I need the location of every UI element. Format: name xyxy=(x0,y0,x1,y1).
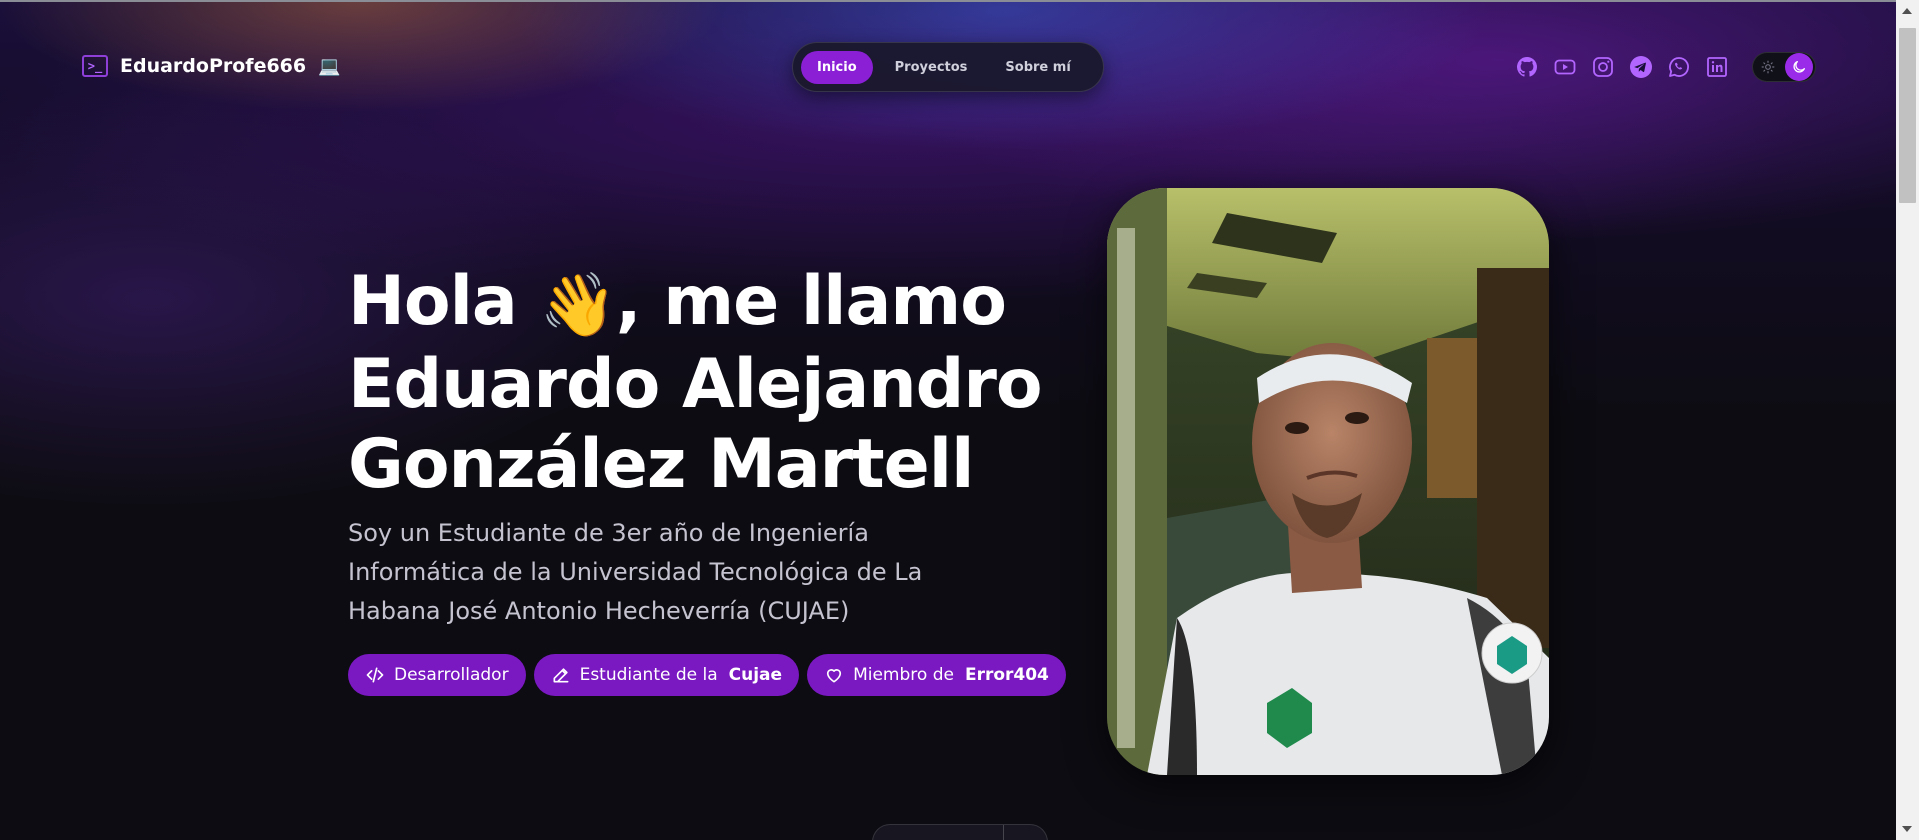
instagram-icon[interactable] xyxy=(1590,54,1616,80)
scrollbar[interactable] xyxy=(1896,0,1919,840)
whatsapp-icon[interactable] xyxy=(1666,54,1692,80)
scroll-down-arrow[interactable] xyxy=(1902,826,1912,832)
hero-title-line-2: Eduardo Alejandro xyxy=(348,345,1043,424)
hero-intro: , me llamo xyxy=(615,262,1007,341)
telegram-icon[interactable] xyxy=(1628,54,1654,80)
scroll-up-arrow[interactable] xyxy=(1902,8,1912,14)
heart-icon xyxy=(826,669,842,683)
waving-hand-emoji: 👋 xyxy=(539,268,617,341)
github-icon[interactable] xyxy=(1514,54,1540,80)
badge-text: Desarrollador xyxy=(394,665,509,685)
badge-text: Estudiante de la xyxy=(579,665,718,685)
linkedin-icon[interactable] xyxy=(1704,54,1730,80)
youtube-icon[interactable] xyxy=(1552,54,1578,80)
theme-toggle[interactable] xyxy=(1752,52,1816,82)
dock-divider xyxy=(1003,825,1004,840)
main-nav: Inicio Proyectos Sobre mí xyxy=(792,42,1104,92)
sun-icon[interactable] xyxy=(1755,54,1781,80)
site-logo[interactable]: >_ EduardoProfe666 💻 xyxy=(82,55,341,77)
badge-miembro[interactable]: Miembro de Error404 xyxy=(807,654,1066,696)
moon-icon[interactable] xyxy=(1785,53,1813,81)
hero-title-line-3: González Martell xyxy=(348,425,974,504)
nav-item-proyectos[interactable]: Proyectos xyxy=(879,51,984,84)
hero-badges: Desarrollador Estudiante de la Cujae Mie… xyxy=(348,654,1066,696)
hero-greeting: Hola xyxy=(348,262,518,341)
hero-title-line-1: Hola 👋, me llamo xyxy=(348,262,1068,345)
hero-subtitle: Soy un Estudiante de 3er año de Ingenier… xyxy=(348,519,923,625)
terminal-icon: >_ xyxy=(82,55,108,77)
badge-estudiante[interactable]: Estudiante de la Cujae xyxy=(533,654,800,696)
social-links xyxy=(1514,54,1730,80)
laptop-emoji: 💻 xyxy=(318,55,341,77)
hero-title: Hola 👋, me llamo Eduardo Alejandro Gonzá… xyxy=(348,262,1068,505)
nav-item-sobre-mi[interactable]: Sobre mí xyxy=(989,51,1086,84)
code-icon xyxy=(366,667,384,683)
bottom-dock xyxy=(872,824,1048,840)
top-border xyxy=(0,0,1896,2)
badge-bold-text: Cujae xyxy=(728,665,783,685)
scrollbar-thumb[interactable] xyxy=(1899,28,1916,203)
profile-photo xyxy=(1107,188,1549,775)
badge-bold-text: Error404 xyxy=(964,665,1049,685)
badge-text: Miembro de xyxy=(853,665,954,685)
badge-desarrollador[interactable]: Desarrollador xyxy=(348,654,526,696)
pencil-icon xyxy=(553,668,569,683)
nav-item-inicio[interactable]: Inicio xyxy=(801,50,873,84)
site-name: EduardoProfe666 xyxy=(120,55,307,77)
